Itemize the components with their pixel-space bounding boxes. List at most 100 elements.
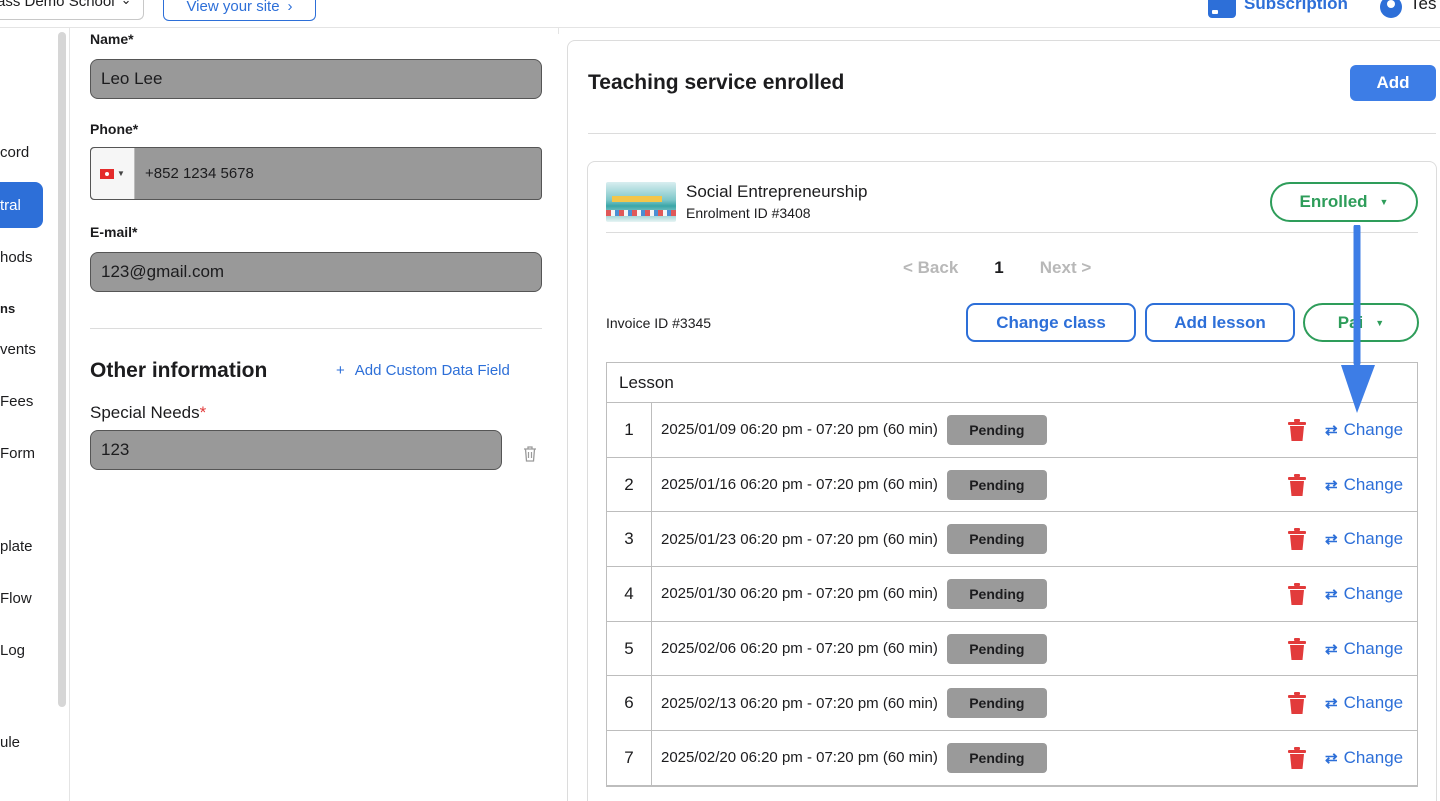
status-badge: Pending	[946, 633, 1047, 664]
change-label: Change	[1343, 638, 1404, 658]
add-lesson-button[interactable]: Add lesson	[1145, 303, 1295, 342]
table-row: 2 2025/01/16 06:20 pm - 07:20 pm (60 min)…	[607, 457, 1417, 513]
change-lesson-button[interactable]: ⇄ Change	[1325, 639, 1403, 659]
sidebar-item-form[interactable]: Form	[0, 445, 35, 462]
lesson-datetime: 2025/02/20 06:20 pm - 07:20 pm (60 min)	[661, 749, 938, 767]
lesson-number: 6	[607, 676, 652, 731]
special-needs-value: 123	[101, 440, 130, 459]
sidebar-item-events[interactable]: vents	[0, 341, 36, 358]
pager-next-button[interactable]: Next >	[1040, 258, 1092, 278]
trash-icon[interactable]	[1287, 637, 1307, 660]
change-lesson-button[interactable]: ⇄ Change	[1325, 748, 1403, 768]
lesson-datetime: 2025/01/09 06:20 pm - 07:20 pm (60 min)	[661, 421, 938, 439]
school-selector[interactable]: ass Demo School ⌄	[0, 0, 145, 20]
phone-value: +852 1234 5678	[145, 165, 254, 182]
lesson-datetime: 2025/01/16 06:20 pm - 07:20 pm (60 min)	[661, 476, 938, 494]
lesson-table: Lesson 1 2025/01/09 06:20 pm - 07:20 pm (…	[606, 362, 1418, 787]
top-bar: ass Demo School ⌄ View your site › Subsc…	[0, 0, 1440, 28]
trash-icon[interactable]	[1287, 473, 1307, 496]
email-label: E-mail*	[90, 224, 138, 240]
sidebar-item-template[interactable]: plate	[0, 538, 33, 555]
status-badge: Pending	[946, 578, 1047, 609]
change-label: Change	[1343, 420, 1404, 439]
change-lesson-button[interactable]: ⇄ Change	[1325, 420, 1403, 440]
status-badge: Pending	[946, 469, 1047, 500]
status-badge: Pending	[946, 742, 1047, 773]
chevron-right-icon: ›	[287, 0, 293, 15]
change-label: Change	[1343, 584, 1404, 604]
lesson-datetime: 2025/01/23 06:20 pm - 07:20 pm (60 min)	[661, 530, 938, 548]
trash-icon[interactable]	[1287, 583, 1307, 606]
sidebar-item-central[interactable]: tral	[0, 182, 43, 228]
trash-outline-icon[interactable]	[522, 445, 538, 463]
status-badge: Pending	[946, 414, 1047, 445]
sidebar-item-flow[interactable]: Flow	[0, 590, 32, 607]
course-name: Social Entrepreneurship	[686, 182, 868, 201]
change-lesson-button[interactable]: ⇄ Change	[1325, 584, 1403, 604]
special-needs-field[interactable]: 123	[90, 430, 502, 470]
lesson-datetime: 2025/02/13 06:20 pm - 07:20 pm (60 min)	[661, 694, 938, 712]
lesson-datetime: 2025/02/06 06:20 pm - 07:20 pm (60 min)	[661, 640, 938, 658]
enrolment-status-label: Enrolled	[1299, 192, 1368, 211]
sidebar-scrollbar[interactable]	[58, 32, 66, 707]
email-field[interactable]: 123@gmail.com	[90, 252, 542, 292]
lesson-number: 1	[607, 403, 652, 457]
lesson-number: 7	[607, 731, 652, 785]
enrolment-card: Social Entrepreneurship Enrolment ID #34…	[587, 161, 1437, 801]
enrolment-id: Enrolment ID #3408	[686, 205, 811, 221]
trash-icon[interactable]	[1287, 692, 1307, 715]
lesson-datetime: 2025/01/30 06:20 pm - 07:20 pm (60 min)	[661, 585, 938, 603]
change-label: Change	[1343, 529, 1404, 549]
payment-status-dropdown[interactable]: Pai ▼	[1303, 303, 1419, 342]
pagination: < Back 1 Next >	[903, 258, 1091, 278]
lesson-number: 5	[607, 621, 652, 676]
sidebar-item-schedule[interactable]: ule	[0, 734, 20, 751]
trash-icon[interactable]	[1287, 419, 1307, 441]
change-lesson-button[interactable]: ⇄ Change	[1325, 475, 1403, 495]
change-label: Change	[1343, 748, 1404, 768]
sidebar-item-record[interactable]: cord	[0, 144, 29, 161]
table-row: 7 2025/02/20 06:20 pm - 07:20 pm (60 min)…	[607, 731, 1417, 786]
subscription-label: Subscription	[1244, 0, 1348, 13]
lesson-number: 4	[607, 567, 652, 621]
other-information-title: Other information	[90, 359, 268, 382]
lesson-number: 2	[607, 457, 652, 512]
subscription-link[interactable]: Subscription	[1208, 0, 1348, 18]
email-value: 123@gmail.com	[101, 262, 225, 281]
sidebar-item-log[interactable]: Log	[0, 642, 25, 659]
sidebar-item-label: tral	[0, 196, 21, 214]
trash-icon[interactable]	[1287, 747, 1307, 770]
phone-field[interactable]: ▼ +852 1234 5678	[90, 147, 542, 200]
table-row: 3 2025/01/23 06:20 pm - 07:20 pm (60 min)…	[607, 512, 1417, 568]
pager-back-button[interactable]: < Back	[903, 258, 958, 278]
sync-icon: ⇄	[1325, 586, 1338, 604]
trash-icon[interactable]	[1287, 528, 1307, 551]
name-label: Name*	[90, 31, 134, 47]
column-divider	[558, 28, 559, 34]
user-name: Tes	[1410, 0, 1437, 13]
name-field[interactable]: Leo Lee	[90, 59, 542, 99]
sidebar-section-heading: ns	[0, 301, 16, 316]
special-needs-text: Special Needs	[90, 403, 200, 422]
name-value: Leo Lee	[101, 69, 163, 88]
add-service-button[interactable]: Add	[1350, 65, 1436, 101]
status-badge: Pending	[946, 688, 1047, 719]
enrolment-status-dropdown[interactable]: Enrolled ▼	[1270, 182, 1418, 222]
sidebar-item-fees[interactable]: Fees	[0, 393, 33, 410]
pager-current-page: 1	[994, 258, 1004, 277]
course-thumbnail	[606, 182, 676, 222]
change-class-button[interactable]: Change class	[966, 303, 1136, 342]
change-label: Change	[1343, 474, 1404, 494]
change-lesson-button[interactable]: ⇄ Change	[1325, 693, 1403, 713]
country-code-selector[interactable]: ▼	[91, 148, 135, 199]
phone-label: Phone*	[90, 121, 139, 137]
add-custom-field-button[interactable]: + Add Custom Data Field	[336, 362, 510, 379]
plus-icon: +	[336, 362, 345, 379]
view-site-button[interactable]: View your site ›	[163, 0, 316, 21]
user-menu[interactable]: Tes	[1380, 0, 1436, 18]
panel-title: Teaching service enrolled	[588, 71, 845, 94]
sidebar-item-methods[interactable]: hods	[0, 249, 33, 266]
change-lesson-button[interactable]: ⇄ Change	[1325, 529, 1403, 549]
caret-down-icon: ▼	[1379, 197, 1389, 207]
lesson-number: 3	[607, 512, 652, 567]
